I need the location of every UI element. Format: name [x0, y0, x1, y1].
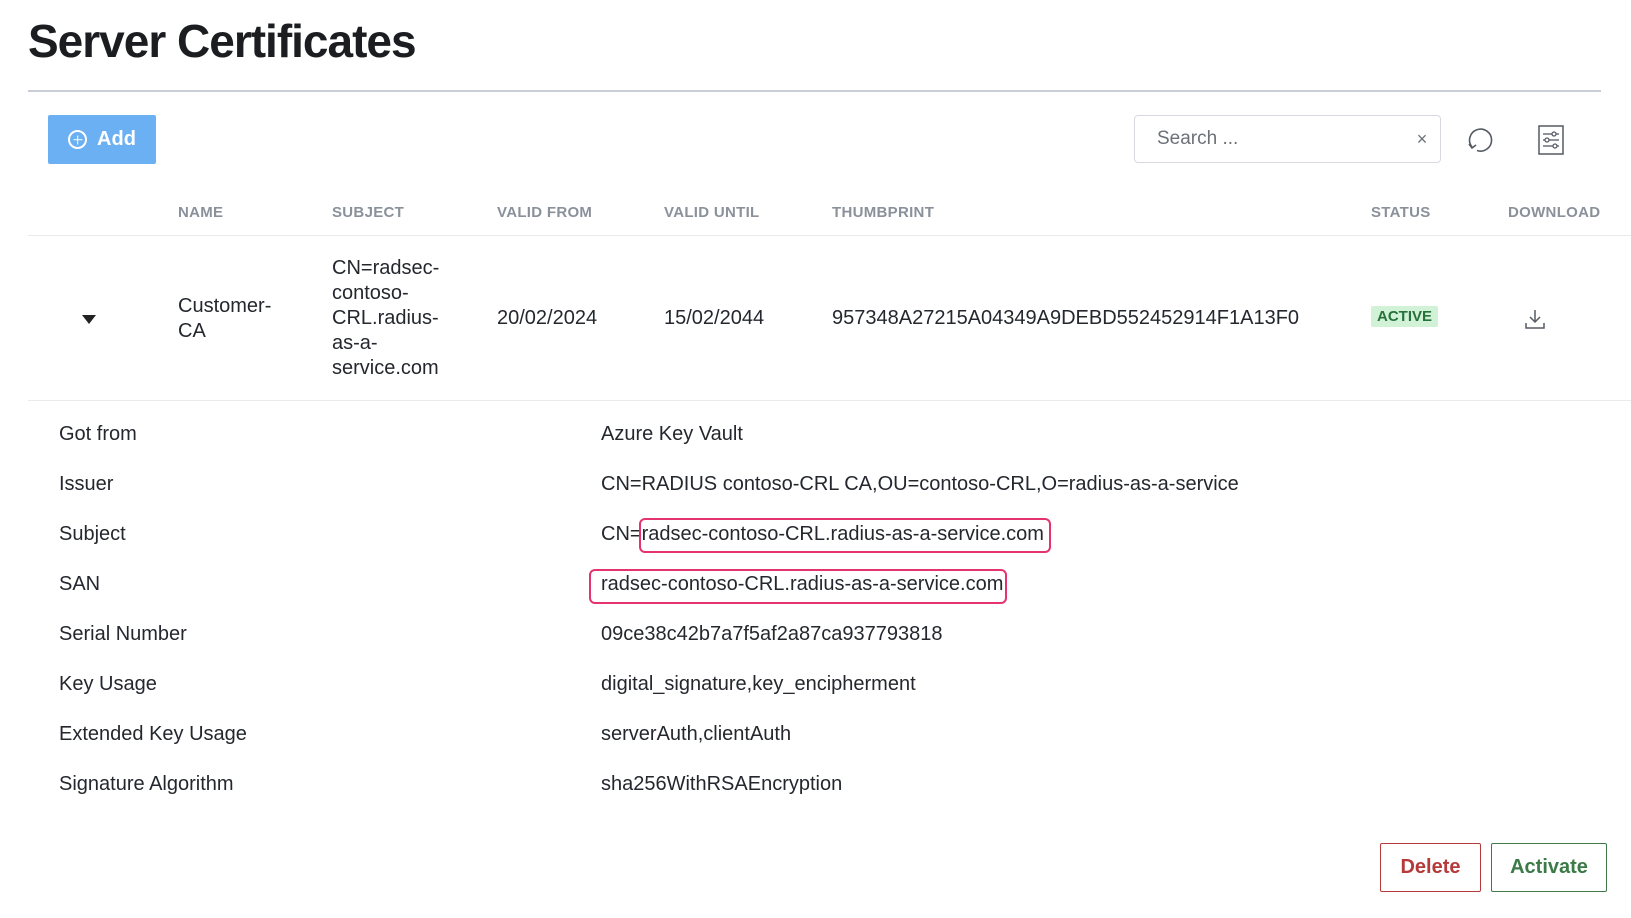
- download-icon[interactable]: [1523, 307, 1547, 331]
- column-header-status[interactable]: STATUS: [1371, 204, 1431, 221]
- row-name: Customer- CA: [178, 295, 272, 342]
- detail-label-serial: Serial Number: [59, 623, 187, 645]
- detail-label-key-usage: Key Usage: [59, 673, 157, 695]
- delete-button[interactable]: Delete: [1380, 843, 1481, 892]
- detail-label-ext-key-usage: Extended Key Usage: [59, 723, 247, 745]
- column-header-download: DOWNLOAD: [1508, 204, 1601, 221]
- expand-caret-icon[interactable]: [82, 315, 96, 324]
- row-divider: [28, 400, 1631, 401]
- detail-label-san: SAN: [59, 573, 101, 595]
- row-valid-from: 20/02/2024: [497, 307, 598, 329]
- search-input[interactable]: [1155, 123, 1404, 155]
- column-header-valid-from[interactable]: VALID FROM: [497, 204, 592, 221]
- page-title: Server Certificates: [28, 15, 417, 67]
- column-header-name[interactable]: NAME: [178, 204, 223, 221]
- detail-label-sig-alg: Signature Algorithm: [59, 773, 234, 795]
- detail-label-got-from: Got from: [59, 423, 137, 445]
- column-header-thumbprint[interactable]: THUMBPRINT: [832, 204, 934, 221]
- add-button-label: Add: [97, 128, 136, 150]
- header-divider: [28, 235, 1631, 236]
- detail-value-key-usage: digital_signature,key_encipherment: [601, 673, 916, 695]
- column-header-valid-until[interactable]: VALID UNTIL: [664, 204, 760, 221]
- detail-value-got-from: Azure Key Vault: [601, 423, 743, 445]
- column-settings-icon[interactable]: [1536, 124, 1566, 156]
- table-header: NAME SUBJECT VALID FROM VALID UNTIL THUM…: [0, 196, 1631, 236]
- detail-label-subject: Subject: [59, 523, 126, 545]
- detail-value-ext-key-usage: serverAuth,clientAuth: [601, 723, 792, 745]
- search-box: ×: [1134, 115, 1441, 163]
- refresh-icon[interactable]: [1466, 125, 1496, 155]
- detail-value-issuer: CN=RADIUS contoso-CRL CA,OU=contoso-CRL,…: [601, 473, 1239, 495]
- plus-circle-icon: [68, 130, 88, 149]
- add-button[interactable]: Add: [48, 115, 156, 164]
- detail-label-issuer: Issuer: [59, 473, 114, 495]
- status-badge: ACTIVE: [1371, 306, 1439, 327]
- row-subject: CN=radsec- contoso- CRL.radius- as-a- se…: [332, 257, 440, 379]
- detail-value-serial: 09ce38c42b7a7f5af2a87ca937793818: [601, 623, 943, 645]
- column-header-subject[interactable]: SUBJECT: [332, 204, 404, 221]
- row-valid-until: 15/02/2044: [664, 307, 765, 329]
- close-icon[interactable]: ×: [1404, 129, 1440, 150]
- subject-highlight-box: [639, 518, 1051, 553]
- detail-value-sig-alg: sha256WithRSAEncryption: [601, 773, 843, 795]
- san-highlight-box: [589, 569, 1007, 604]
- activate-button[interactable]: Activate: [1491, 843, 1607, 892]
- title-divider: [28, 90, 1601, 92]
- row-thumbprint: 957348A27215A04349A9DEBD552452914F1A13F0: [832, 307, 1300, 329]
- subject-prefix: CN=: [601, 523, 642, 545]
